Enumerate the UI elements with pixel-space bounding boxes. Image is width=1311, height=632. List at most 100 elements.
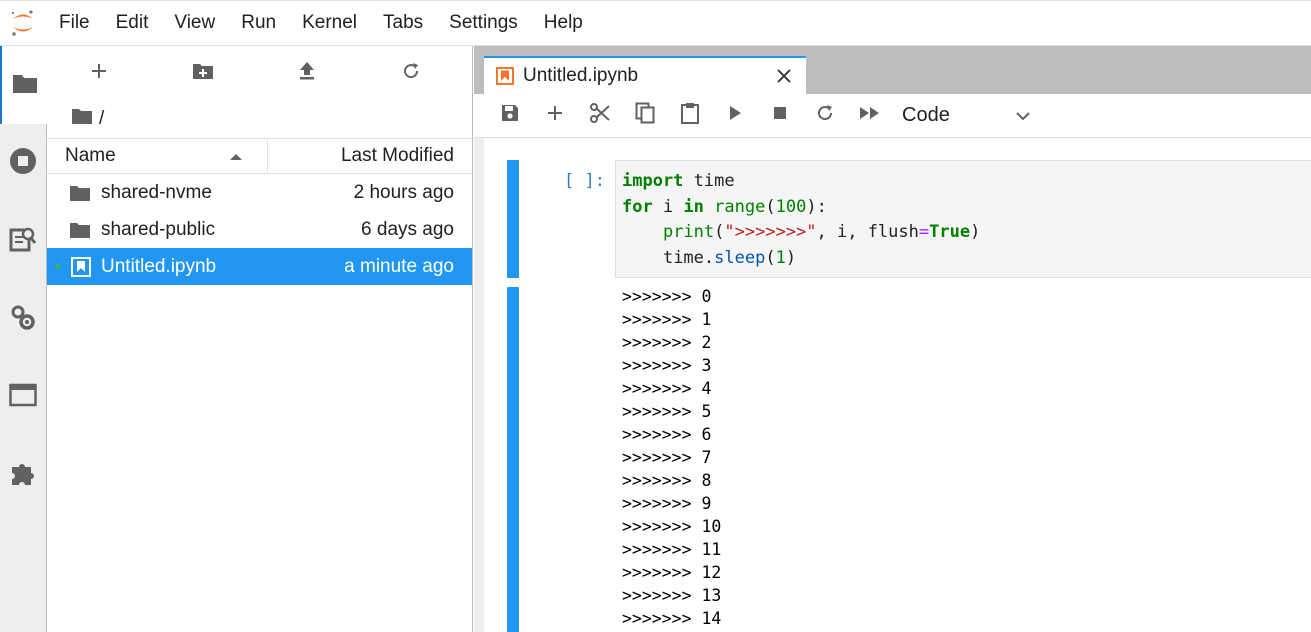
output-line: >>>>>>> 7 (622, 448, 712, 467)
run-button[interactable] (712, 94, 757, 138)
code-token: ) (785, 247, 797, 268)
code-line-3: print(">>>>>>>", i, flush=True) (622, 220, 1311, 246)
run-icon (728, 105, 742, 126)
code-line-1: import time (622, 169, 1311, 195)
file-modified: 2 hours ago (353, 181, 454, 203)
column-header-name[interactable]: Name (47, 139, 268, 173)
copy-icon (635, 102, 655, 129)
code-token: i (652, 196, 684, 217)
output-collapser[interactable] (507, 287, 519, 632)
notebook-panel: [ ]: import time for i in range(100): pri… (474, 138, 1311, 632)
clipboard-icon (680, 102, 700, 129)
menu-file[interactable]: File (46, 0, 103, 46)
sidebar-tab-extensions[interactable] (0, 436, 46, 514)
sidebar-tab-file-browser[interactable] (0, 46, 47, 124)
menu-run[interactable]: Run (228, 0, 289, 46)
code-token: ): (806, 196, 827, 217)
file-browser: / Name Last Modified shared-nvme 2 hours… (47, 46, 473, 632)
column-name-label: Name (65, 145, 116, 166)
code-token: range (714, 196, 766, 217)
menu-tabs[interactable]: Tabs (370, 0, 436, 46)
menu-kernel[interactable]: Kernel (289, 0, 370, 46)
save-icon (500, 103, 520, 128)
code-token: ( (765, 196, 776, 217)
code-token: time (683, 171, 735, 191)
refresh-icon (815, 103, 835, 128)
upload-button[interactable] (255, 46, 359, 100)
code-token: ( (765, 247, 776, 268)
menu-settings[interactable]: Settings (436, 0, 531, 46)
code-token: = (918, 222, 930, 243)
column-header-modified[interactable]: Last Modified (268, 145, 472, 167)
gears-icon (9, 303, 37, 336)
menu-edit[interactable]: Edit (103, 0, 162, 46)
code-token: print (662, 222, 715, 243)
tab-untitled-ipynb[interactable]: Untitled.ipynb (484, 56, 806, 94)
sidebar-tab-property-inspector[interactable] (0, 280, 46, 358)
menu-view[interactable]: View (161, 0, 228, 46)
new-folder-icon (192, 62, 214, 85)
output-line: >>>>>>> 12 (622, 563, 722, 582)
output-line: >>>>>>> 4 (622, 379, 712, 398)
restart-run-all-button[interactable] (847, 94, 892, 138)
tab-bar: Untitled.ipynb (474, 46, 1311, 94)
output-line: >>>>>>> 8 (622, 471, 712, 490)
stop-icon (773, 106, 787, 125)
main-area: Untitled.ipynb Code []: import time for… (474, 46, 1311, 632)
output-line: >>>>>>> 10 (622, 517, 722, 536)
sidebar-tab-open-tabs[interactable] (0, 358, 46, 436)
sort-ascending-icon (229, 145, 243, 167)
code-token: for (622, 196, 653, 217)
tabs-icon (9, 383, 37, 412)
new-folder-button[interactable] (151, 46, 255, 100)
code-editor[interactable]: import time for i in range(100): print(">… (615, 160, 1311, 278)
copy-button[interactable] (622, 94, 667, 138)
file-row-shared-nvme[interactable]: shared-nvme 2 hours ago (47, 174, 472, 211)
close-icon[interactable] (776, 68, 792, 84)
interrupt-button[interactable] (757, 94, 802, 138)
scissors-icon (589, 102, 611, 129)
output-line: >>>>>>> 2 (622, 333, 712, 352)
upload-icon (298, 61, 316, 86)
file-browser-toolbar (47, 46, 472, 100)
notebook-icon (496, 67, 514, 85)
file-name: Untitled.ipynb (101, 255, 217, 277)
sidebar-tab-running[interactable] (0, 124, 46, 202)
refresh-button[interactable] (359, 46, 463, 100)
command-palette-icon (9, 225, 37, 258)
code-token: in (683, 196, 704, 217)
extension-icon (9, 459, 37, 492)
restart-button[interactable] (802, 94, 847, 138)
folder-icon (12, 72, 38, 99)
chevron-down-icon (1016, 104, 1030, 127)
paste-button[interactable] (667, 94, 712, 138)
output-line: >>>>>>> 5 (622, 402, 712, 421)
sidebar-tab-commands[interactable] (0, 202, 46, 280)
file-row-untitled-ipynb[interactable]: Untitled.ipynb a minute ago (47, 248, 472, 285)
cut-button[interactable] (577, 94, 622, 138)
notebook-toolbar: Code (474, 94, 1311, 138)
output-line: >>>>>>> 6 (622, 425, 712, 444)
code-token: ) (970, 222, 981, 243)
insert-cell-button[interactable] (532, 94, 577, 138)
menu-help[interactable]: Help (531, 0, 596, 46)
breadcrumb: / (47, 100, 472, 138)
cell-type-value: Code (902, 104, 950, 126)
file-row-shared-public[interactable]: shared-public 6 days ago (47, 211, 472, 248)
file-name: shared-nvme (101, 181, 212, 203)
cell-type-dropdown[interactable]: Code (902, 104, 1030, 127)
code-token: , i, flush (816, 222, 919, 243)
file-modified: a minute ago (344, 255, 454, 277)
home-folder-icon[interactable] (71, 107, 93, 131)
output-line: >>>>>>> 3 (622, 356, 712, 375)
new-launcher-button[interactable] (47, 46, 151, 100)
code-line-4: time.sleep(1) (622, 246, 1311, 272)
input-collapser[interactable] (507, 160, 519, 278)
save-button[interactable] (487, 94, 532, 138)
output-line: >>>>>>> 9 (622, 494, 712, 513)
input-prompt: [ ]: (564, 171, 605, 191)
refresh-icon (401, 61, 421, 86)
breadcrumb-root[interactable]: / (99, 108, 104, 130)
